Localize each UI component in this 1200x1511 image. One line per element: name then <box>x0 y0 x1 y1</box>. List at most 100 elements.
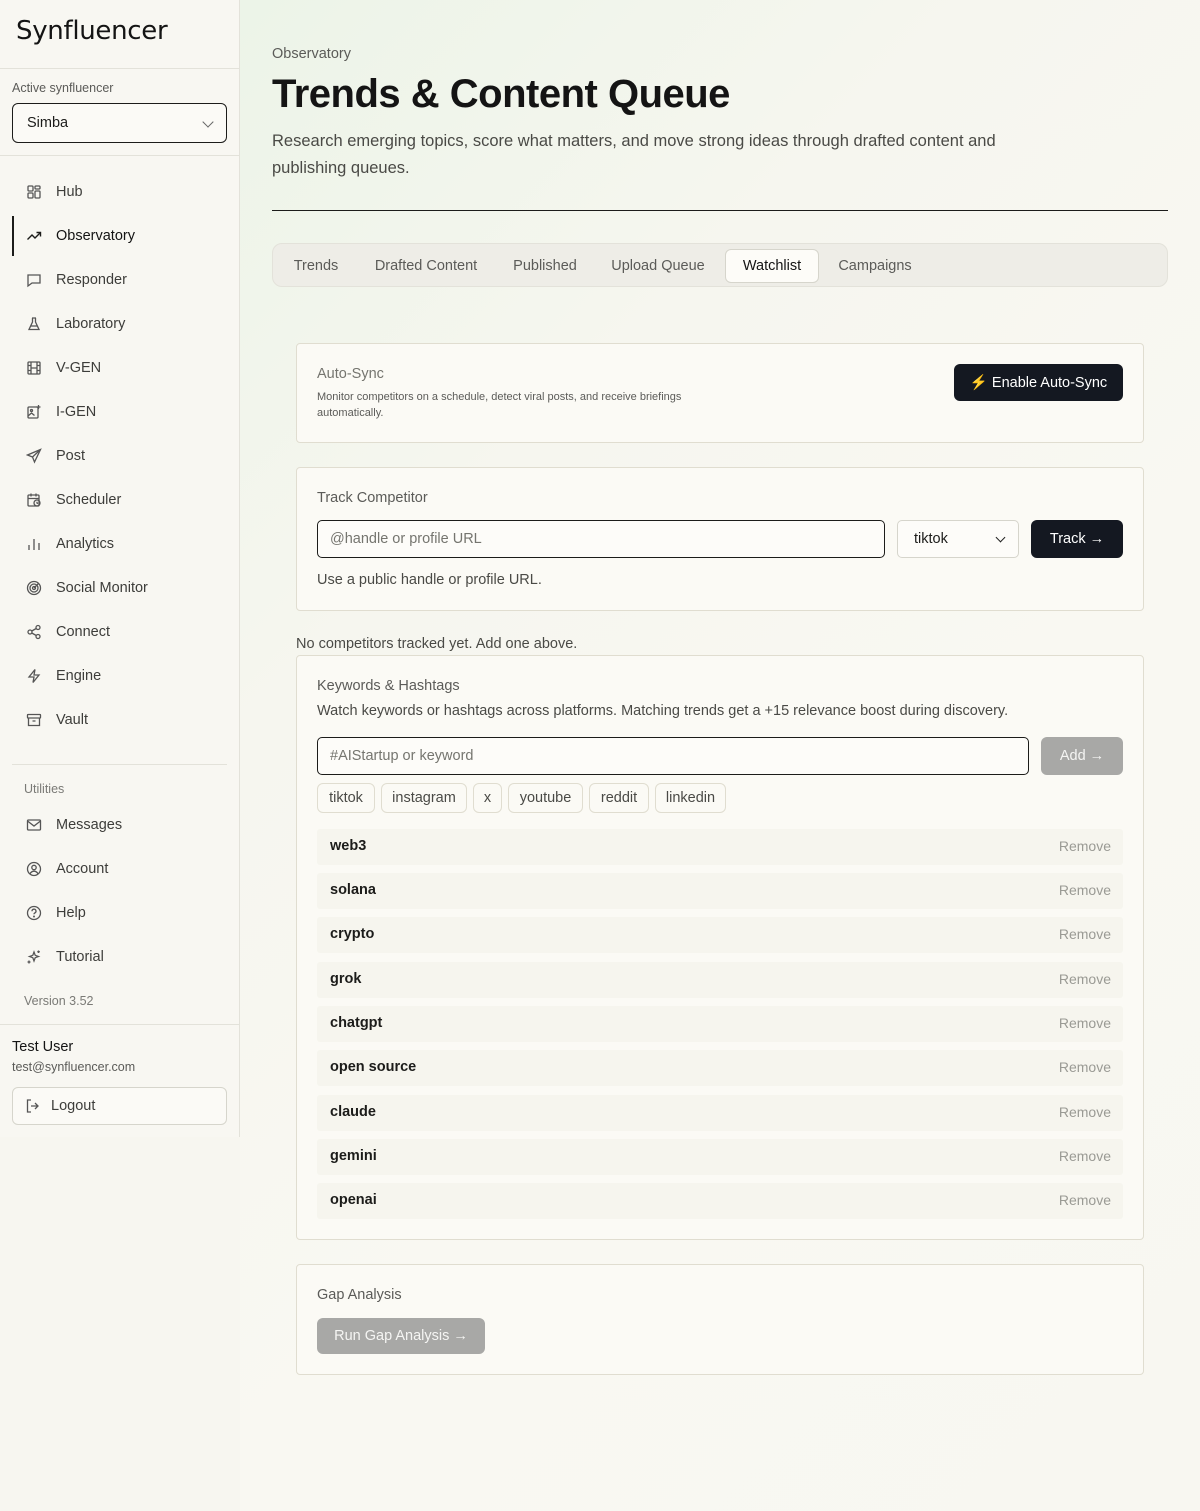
nav-item-hub[interactable]: Hub <box>12 172 228 212</box>
keyword-name: open source <box>330 1059 417 1075</box>
competitors-empty-state: No competitors tracked yet. Add one abov… <box>296 636 578 652</box>
active-synfluencer-select[interactable]: Simba <box>12 103 227 143</box>
calendar-clock-icon <box>26 492 42 508</box>
film-icon <box>26 360 42 376</box>
breadcrumb: Observatory <box>272 46 351 62</box>
grid-icon <box>26 184 42 200</box>
user-email: test@synfluencer.com <box>12 1060 136 1074</box>
platform-chip-tiktok[interactable]: tiktok <box>317 783 375 813</box>
utilities-label: Utilities <box>24 782 65 796</box>
nav-item-label: Responder <box>56 272 127 288</box>
app-logo[interactable]: Synfluencer <box>16 16 168 46</box>
nav-item-label: Vault <box>56 712 88 728</box>
keyword-row: web3 Remove <box>317 829 1123 865</box>
platform-chip-youtube[interactable]: youtube <box>508 783 583 813</box>
platform-select-value: tiktok <box>914 531 948 547</box>
nav-item-label: Scheduler <box>56 492 122 508</box>
remove-keyword-button[interactable]: Remove <box>1059 1148 1111 1164</box>
nav-item-observatory[interactable]: Observatory <box>12 216 228 256</box>
track-competitor-title: Track Competitor <box>317 490 428 506</box>
tab-upload-queue[interactable]: Upload Queue <box>597 249 719 283</box>
nav-item-laboratory[interactable]: Laboratory <box>12 304 228 344</box>
remove-keyword-button[interactable]: Remove <box>1059 1015 1111 1031</box>
nav-item-scheduler[interactable]: Scheduler <box>12 480 228 520</box>
remove-keyword-button[interactable]: Remove <box>1059 838 1111 854</box>
competitor-handle-input[interactable]: @handle or profile URL <box>317 520 885 558</box>
user-circle-icon <box>26 861 42 877</box>
nav-item-label: Engine <box>56 668 102 684</box>
nav-item-analytics[interactable]: Analytics <box>12 524 228 564</box>
divider <box>0 68 239 69</box>
image-plus-icon <box>26 404 42 420</box>
tab-published[interactable]: Published <box>499 249 591 283</box>
nav-item-responder[interactable]: Responder <box>12 260 228 300</box>
remove-keyword-button[interactable]: Remove <box>1059 1059 1111 1075</box>
nav-item-vault[interactable]: Vault <box>12 700 228 740</box>
nav-item-help[interactable]: Help <box>12 893 228 933</box>
keyword-row: claude Remove <box>317 1095 1123 1131</box>
keyword-row: open source Remove <box>317 1050 1123 1086</box>
sparkles-icon <box>26 949 42 965</box>
nav-item-tutorial[interactable]: Tutorial <box>12 937 228 977</box>
gap-analysis-card: Gap Analysis Run Gap Analysis → <box>296 1264 1144 1375</box>
remove-keyword-button[interactable]: Remove <box>1059 1192 1111 1208</box>
keyword-row: gemini Remove <box>317 1139 1123 1175</box>
remove-keyword-button[interactable]: Remove <box>1059 882 1111 898</box>
keyword-row: solana Remove <box>317 873 1123 909</box>
add-keyword-button[interactable]: Add → <box>1041 737 1123 775</box>
keyword-name: grok <box>330 971 362 987</box>
nav-item-label: Social Monitor <box>56 580 148 596</box>
competitor-hint: Use a public handle or profile URL. <box>317 572 542 588</box>
nav-item-label: Help <box>56 905 86 921</box>
remove-keyword-button[interactable]: Remove <box>1059 971 1111 987</box>
platform-select[interactable]: tiktok <box>897 520 1019 558</box>
nav-item-label: I-GEN <box>56 404 97 420</box>
track-competitor-card: Track Competitor @handle or profile URL … <box>296 467 1144 611</box>
sidebar: Synfluencer Active synfluencer Simba Hub… <box>0 0 240 1137</box>
nav-item-messages[interactable]: Messages <box>12 805 228 845</box>
keyword-name: claude <box>330 1104 376 1120</box>
enable-autosync-button[interactable]: ⚡ Enable Auto-Sync <box>954 364 1123 401</box>
track-button[interactable]: Track → <box>1031 520 1123 558</box>
user-name: Test User <box>12 1039 74 1055</box>
nav-item-label: Laboratory <box>56 316 126 332</box>
keyword-name: openai <box>330 1192 377 1208</box>
app-version: Version 3.52 <box>24 994 94 1008</box>
nav-item-v-gen[interactable]: V-GEN <box>12 348 228 388</box>
autosync-description: Monitor competitors on a schedule, detec… <box>317 391 682 419</box>
help-circle-icon <box>26 905 42 921</box>
tab-trends[interactable]: Trends <box>279 249 353 283</box>
keyword-name: crypto <box>330 926 375 942</box>
logout-button[interactable]: Logout <box>12 1087 227 1125</box>
nav-item-account[interactable]: Account <box>12 849 228 889</box>
nav-item-post[interactable]: Post <box>12 436 228 476</box>
bar-chart-icon <box>26 536 42 552</box>
divider <box>0 155 239 156</box>
tab-campaigns[interactable]: Campaigns <box>825 249 925 283</box>
keyword-name: chatgpt <box>330 1015 383 1031</box>
remove-keyword-button[interactable]: Remove <box>1059 926 1111 942</box>
autosync-card: Auto-Sync Monitor competitors on a sched… <box>296 343 1144 443</box>
tab-watchlist[interactable]: Watchlist <box>725 249 819 283</box>
logout-icon <box>26 1099 39 1113</box>
keyword-input[interactable]: #AIStartup or keyword <box>317 737 1029 775</box>
divider <box>272 210 1168 211</box>
platform-chip-instagram[interactable]: instagram <box>381 783 467 813</box>
keyword-row: crypto Remove <box>317 917 1123 953</box>
tab-drafted-content[interactable]: Drafted Content <box>359 249 493 283</box>
platform-chip-x[interactable]: x <box>473 783 502 813</box>
platform-chip-linkedin[interactable]: linkedin <box>655 783 726 813</box>
nav-item-i-gen[interactable]: I-GEN <box>12 392 228 432</box>
keyword-row: openai Remove <box>317 1183 1123 1219</box>
archive-icon <box>26 712 42 728</box>
run-gap-analysis-button[interactable]: Run Gap Analysis → <box>317 1318 485 1354</box>
nav-item-label: Tutorial <box>56 949 104 965</box>
keyword-name: web3 <box>330 838 367 854</box>
nav-item-label: Hub <box>56 184 83 200</box>
nav-item-connect[interactable]: Connect <box>12 612 228 652</box>
remove-keyword-button[interactable]: Remove <box>1059 1104 1111 1120</box>
nav-item-engine[interactable]: Engine <box>12 656 228 696</box>
nav-item-label: Account <box>56 861 109 877</box>
nav-item-social-monitor[interactable]: Social Monitor <box>12 568 228 608</box>
platform-chip-reddit[interactable]: reddit <box>589 783 649 813</box>
